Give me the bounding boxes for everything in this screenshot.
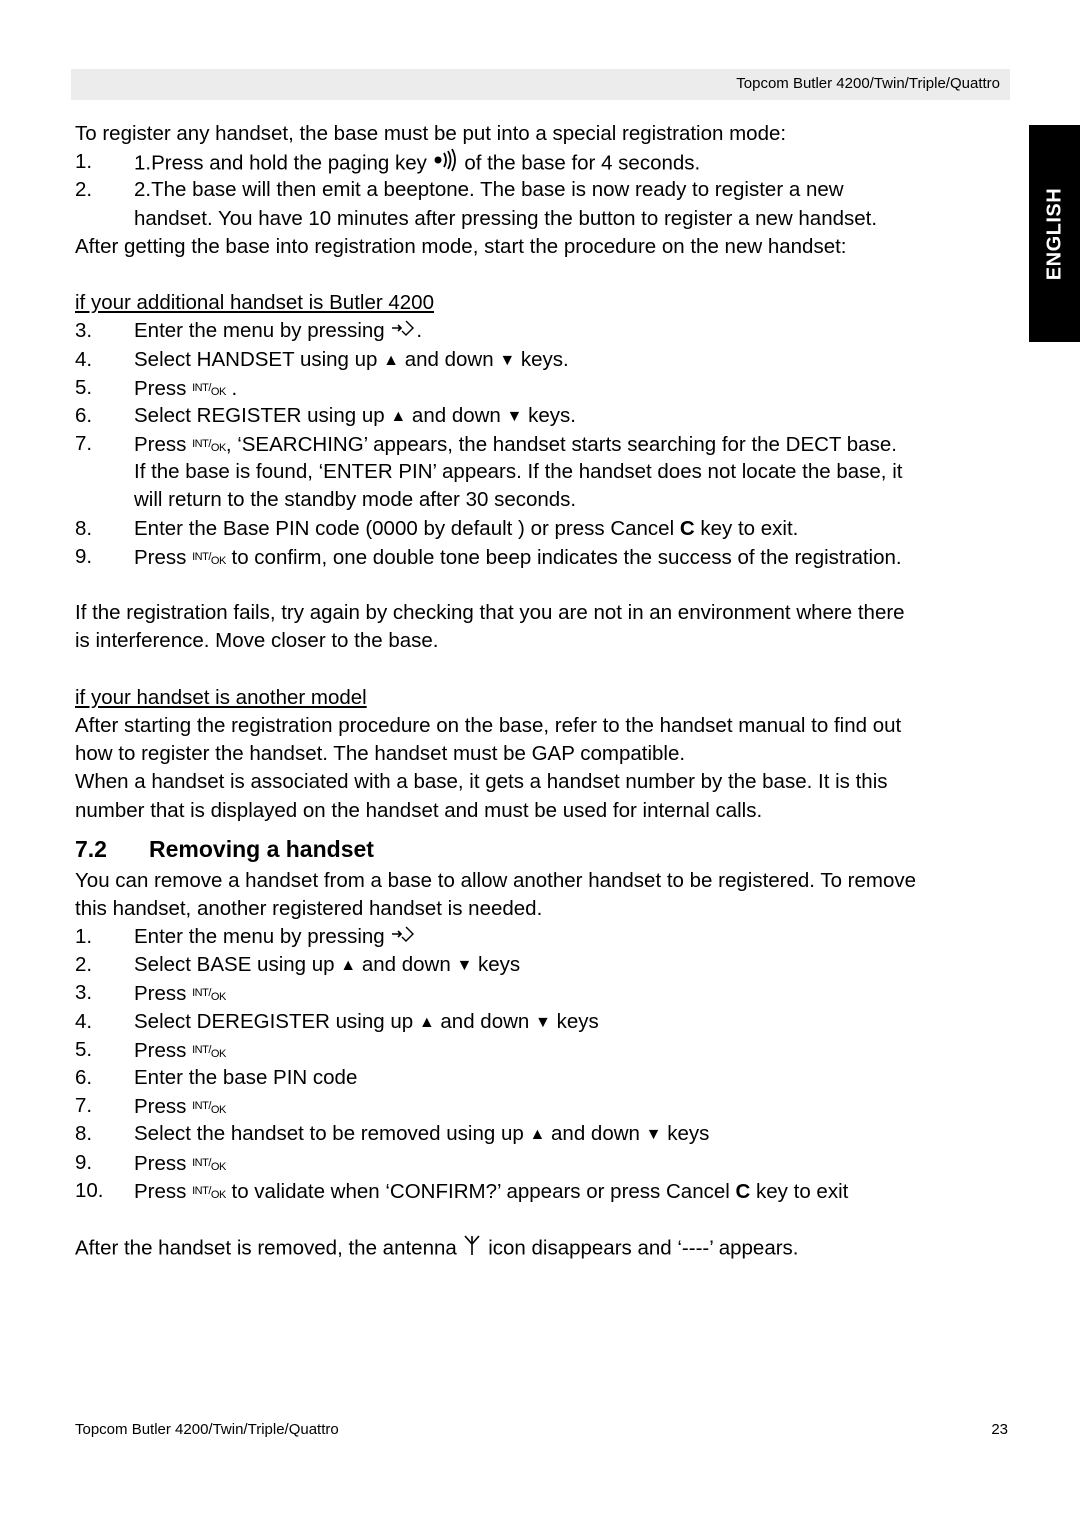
fail-text: If the registration fails, try again by …: [75, 601, 905, 625]
base-step-2: 2. 2.The base will then emit a beeptone.…: [75, 178, 844, 202]
cancel-key-label: C: [735, 1179, 751, 1203]
cancel-key-label: C: [679, 516, 695, 540]
remove-step-10: 10. Press INT/OK to validate when ‘CONFI…: [75, 1178, 849, 1203]
register-step-8: 8. Enter the Base PIN code (0000 by defa…: [75, 516, 799, 540]
down-arrow-icon: ▼: [506, 407, 523, 425]
intro-text: To register any handset, the base must b…: [75, 122, 787, 145]
up-arrow-icon: ▲: [529, 1126, 546, 1144]
base-step-2-cont: handset. You have 10 minutes after press…: [134, 206, 878, 230]
up-arrow-icon: ▲: [383, 351, 400, 369]
int-ok-key-icon: INT/OK: [192, 438, 226, 455]
down-arrow-icon: ▼: [535, 1013, 551, 1031]
down-arrow-icon: ▼: [499, 351, 516, 369]
final-text: After the handset is removed, the antenn…: [75, 1233, 1010, 1261]
register-step-9: 9. Press INT/OK to confirm, one double t…: [75, 544, 902, 569]
base-step-1: 1. 1.Press and hold the paging key of th…: [75, 148, 1010, 176]
remove-step-4: 4. Select DEREGISTER using up ▲ and down…: [75, 1009, 599, 1033]
page-header: Topcom Butler 4200/Twin/Triple/Quattro: [71, 69, 1010, 100]
int-ok-key-icon: INT/OK: [192, 550, 226, 567]
remove-step-9: 9. Press INT/OK: [75, 1150, 226, 1175]
remove-step-8: 8. Select the handset to be removed usin…: [75, 1122, 710, 1146]
int-ok-key-icon: INT/OK: [192, 1043, 226, 1060]
register-step-6: 6. Select REGISTER using up ▲ and down ▼…: [75, 403, 576, 427]
butler-subheading: if your additional handset is Butler 420…: [75, 291, 434, 315]
page-number: 23: [991, 1421, 1008, 1438]
remove-step-3: 3. Press INT/OK: [75, 981, 226, 1006]
header-title: Topcom Butler 4200/Twin/Triple/Quattro: [736, 75, 1000, 92]
document-body: To register any handset, the base must b…: [75, 120, 1010, 1261]
language-tab-label: ENGLISH: [1043, 187, 1065, 280]
remove-step-1: 1. Enter the menu by pressing: [75, 923, 1010, 951]
remove-intro: You can remove a handset from a base to …: [75, 868, 917, 892]
remove-step-2: 2. Select BASE using up ▲ and down ▼ key…: [75, 953, 521, 977]
register-step-3: 3. Enter the menu by pressing .: [75, 317, 1010, 345]
register-step-7: 7. Press INT/OK, ‘SEARCHING’ appears, th…: [75, 432, 897, 457]
other-model-text: After starting the registration procedur…: [75, 713, 902, 737]
menu-key-icon: [390, 318, 416, 346]
menu-key-icon: [390, 924, 416, 952]
section-heading: 7.2 Removing a handset: [75, 835, 374, 862]
antenna-icon: [462, 1233, 482, 1265]
int-ok-key-icon: INT/OK: [192, 987, 226, 1004]
int-ok-key-icon: INT/OK: [192, 1156, 226, 1173]
up-arrow-icon: ▲: [340, 957, 357, 975]
int-ok-key-icon: INT/OK: [192, 1100, 226, 1117]
int-ok-key-icon: INT/OK: [192, 1184, 226, 1201]
after-base-text: After getting the base into registration…: [75, 234, 847, 258]
other-model-subheading: if your handset is another model: [75, 685, 367, 709]
down-arrow-icon: ▼: [456, 957, 473, 975]
register-step-4: 4. Select HANDSET using up ▲ and down ▼ …: [75, 347, 569, 371]
register-step-5: 5. Press INT/OK .: [75, 375, 238, 400]
down-arrow-icon: ▼: [645, 1126, 662, 1144]
remove-step-7: 7. Press INT/OK: [75, 1094, 226, 1119]
language-tab: ENGLISH: [1029, 125, 1080, 342]
up-arrow-icon: ▲: [390, 407, 407, 425]
footer-title: Topcom Butler 4200/Twin/Triple/Quattro: [75, 1421, 339, 1438]
remove-step-5: 5. Press INT/OK: [75, 1037, 226, 1062]
int-ok-key-icon: INT/OK: [192, 381, 226, 398]
remove-step-6: 6. Enter the base PIN code: [75, 1066, 358, 1089]
up-arrow-icon: ▲: [418, 1013, 435, 1031]
